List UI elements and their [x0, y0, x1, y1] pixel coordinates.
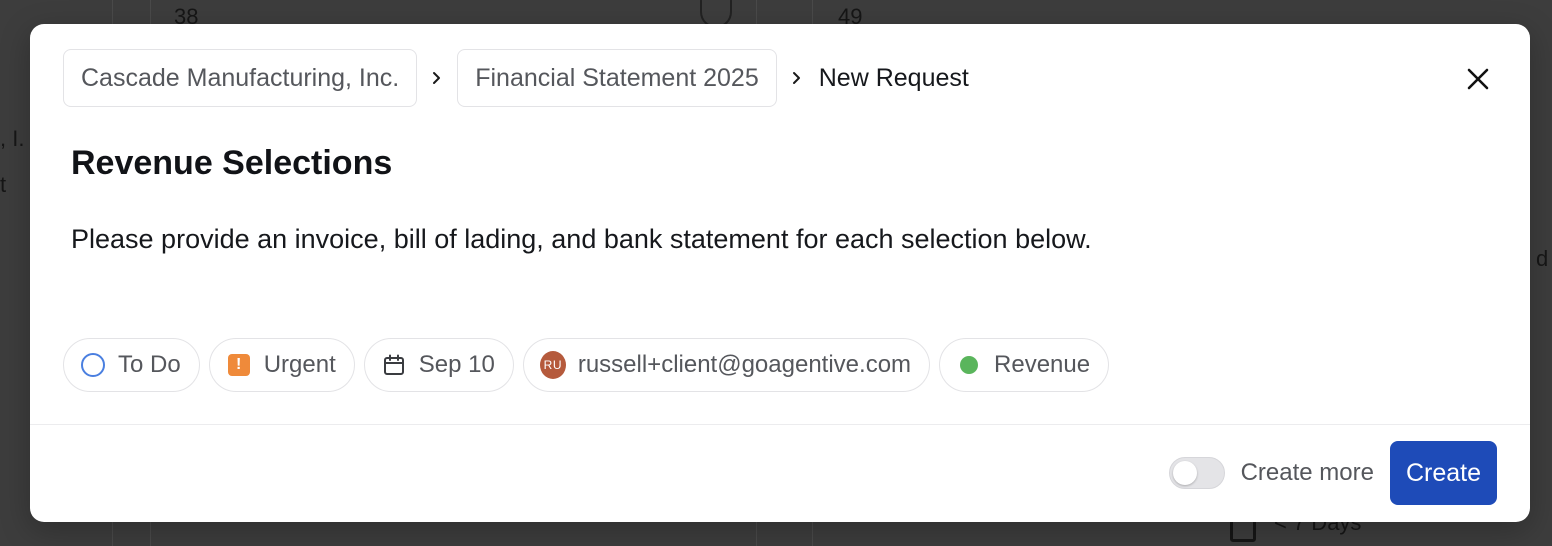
calendar-icon: [381, 352, 407, 378]
priority-chip[interactable]: ! Urgent: [208, 338, 355, 392]
category-chip[interactable]: Revenue: [939, 338, 1110, 392]
breadcrumb-client[interactable]: Cascade Manufacturing, Inc.: [63, 49, 418, 107]
breadcrumb-engagement-label: Financial Statement 2025: [475, 63, 759, 92]
breadcrumb-client-label: Cascade Manufacturing, Inc.: [81, 63, 400, 92]
due-date-chip[interactable]: Sep 10: [363, 338, 514, 392]
avatar: RU: [539, 351, 566, 379]
status-chip[interactable]: To Do: [63, 338, 200, 392]
create-more-toggle[interactable]: [1168, 457, 1225, 489]
modal-footer: Create more Create: [1168, 441, 1497, 505]
due-date-label: Sep 10: [418, 351, 495, 378]
circle-status-icon: [80, 352, 106, 378]
request-properties: To Do ! Urgent Sep 10 RU russell+client@…: [63, 338, 1110, 392]
close-button[interactable]: [1460, 61, 1496, 97]
assignee-chip[interactable]: RU russell+client@goagentive.com: [522, 338, 931, 392]
bg-text-fragment: d: [1536, 246, 1549, 271]
assignee-label: russell+client@goagentive.com: [577, 351, 912, 378]
footer-divider: [30, 424, 1530, 425]
breadcrumb-engagement[interactable]: Financial Statement 2025: [457, 49, 777, 107]
bg-text-fragment: , I.: [0, 126, 25, 151]
create-button[interactable]: Create: [1389, 441, 1497, 505]
bg-text-fragment: t: [0, 172, 7, 197]
request-description[interactable]: Please provide an invoice, bill of ladin…: [71, 224, 1092, 255]
chevron-right-icon: [777, 71, 817, 85]
request-title[interactable]: Revenue Selections: [71, 144, 392, 183]
new-request-modal: Cascade Manufacturing, Inc. Financial St…: [30, 24, 1530, 522]
chevron-right-icon: [417, 71, 457, 85]
create-more-label: Create more: [1240, 459, 1374, 486]
close-icon: [1467, 68, 1489, 90]
green-dot-icon: [956, 352, 982, 378]
urgent-priority-icon: !: [226, 352, 252, 378]
category-label: Revenue: [994, 351, 1091, 378]
breadcrumb: Cascade Manufacturing, Inc. Financial St…: [63, 49, 1490, 107]
status-label: To Do: [118, 351, 181, 378]
priority-label: Urgent: [263, 351, 336, 378]
breadcrumb-current: New Request: [818, 63, 969, 92]
toggle-knob: [1172, 461, 1197, 485]
